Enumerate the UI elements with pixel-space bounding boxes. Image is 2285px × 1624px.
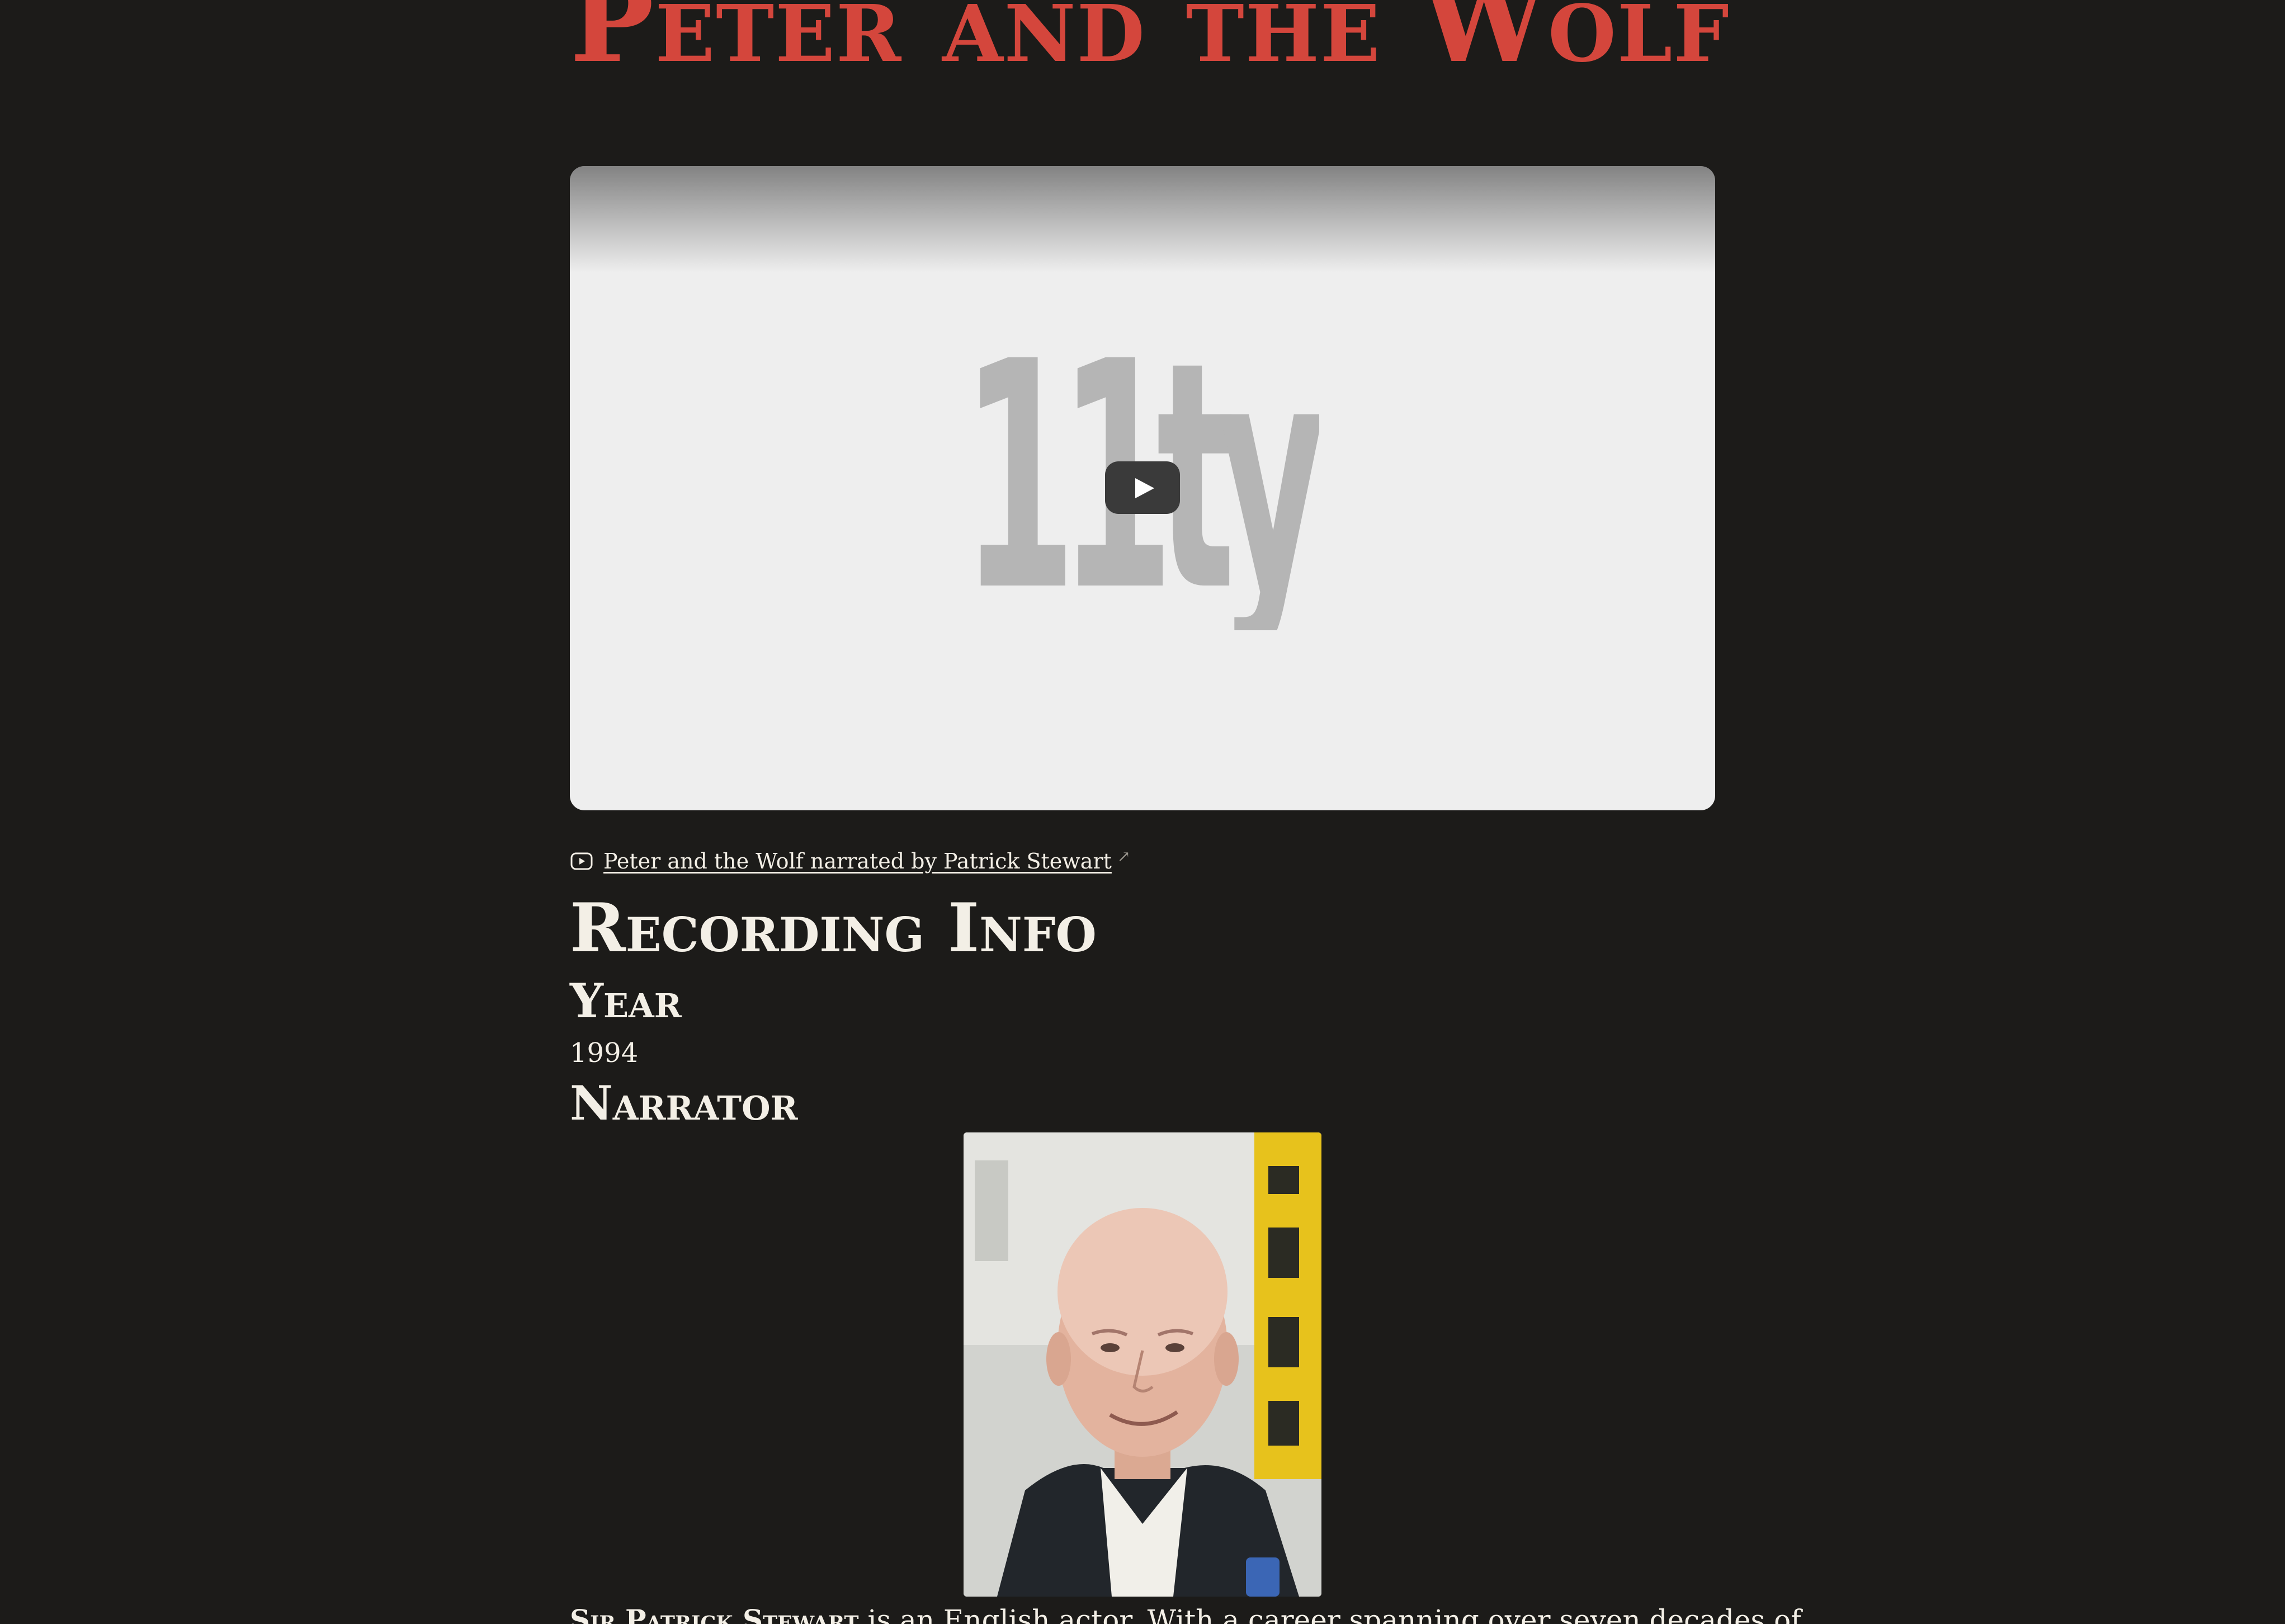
external-link-icon: ↗ (1117, 847, 1131, 866)
play-button[interactable] (1105, 461, 1180, 514)
video-link-row: Peter and the Wolf narrated by Patrick S… (570, 844, 1130, 878)
year-value: 1994 (570, 1037, 639, 1069)
year-heading: Year (570, 973, 682, 1028)
recording-info-heading: Recording Info (570, 889, 1097, 967)
video-embed[interactable]: 11ty (570, 166, 1715, 810)
video-top-shade (570, 166, 1715, 272)
page-title: Peter and the Wolf (570, 0, 1730, 88)
narrator-portrait (964, 1132, 1321, 1597)
video-link[interactable]: Peter and the Wolf narrated by Patrick S… (603, 849, 1112, 874)
page: Peter and the Wolf 11ty Peter and the Wo… (0, 0, 2285, 1624)
narrator-name: Sir Patrick Stewart (570, 1603, 859, 1624)
narrator-heading: Narrator (570, 1075, 798, 1131)
narrator-bio: Sir Patrick Stewart is an English actor.… (570, 1601, 1801, 1624)
youtube-icon (570, 852, 593, 870)
narrator-bio-text: is an English actor. With a career spann… (858, 1604, 1801, 1624)
